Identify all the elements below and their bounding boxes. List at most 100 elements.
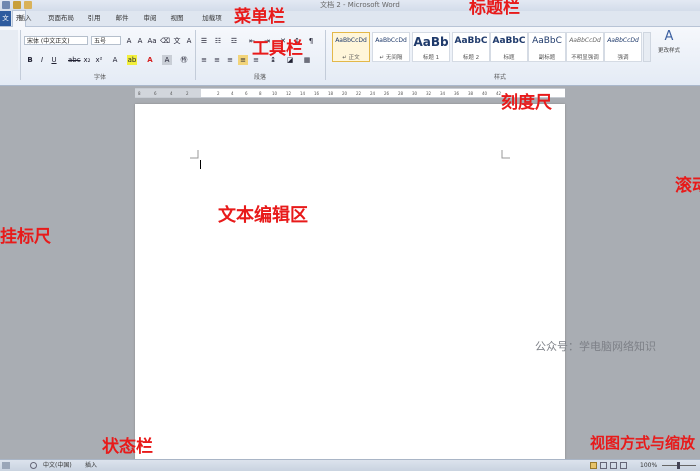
grow-font-icon[interactable]: A	[124, 36, 134, 46]
tab-references[interactable]: 引用	[85, 11, 103, 26]
font-name-select[interactable]: 宋体 (中文正文)	[24, 36, 88, 45]
style-name: 标题 2	[462, 55, 480, 61]
style-normal[interactable]: AaBbCcDd ↵ 正文	[332, 32, 370, 62]
title-bar: 文档 2 - Microsoft Word	[0, 0, 700, 11]
ruler-tick: 34	[440, 91, 446, 96]
status-bar: 中文(中国) 插入 100%	[0, 459, 700, 471]
zoom-slider-thumb[interactable]	[677, 462, 680, 469]
ruler-tick: 10	[272, 91, 278, 96]
justify-icon[interactable]: ≡	[238, 55, 248, 65]
style-sample: AaBbCcDd	[569, 37, 601, 44]
style-title[interactable]: AaBbC 标题	[490, 32, 528, 62]
aa-case-icon[interactable]: Aa	[147, 36, 157, 46]
tab-page-layout[interactable]: 页面布局	[42, 11, 80, 26]
style-name: 标题 1	[422, 55, 440, 61]
style-heading-2[interactable]: AaBbC 标题 2	[452, 32, 490, 62]
save-icon[interactable]	[13, 1, 21, 9]
web-layout-view-icon[interactable]	[610, 462, 617, 469]
style-subtle-emphasis[interactable]: AaBbCcDd 不明显强调	[566, 32, 604, 62]
tab-addins[interactable]: 加载项	[200, 11, 224, 26]
strikethrough-icon[interactable]: abc	[68, 55, 81, 65]
group-label-styles: 样式	[493, 74, 506, 81]
numbering-icon[interactable]: ☷	[213, 36, 223, 46]
text-effect-icon[interactable]: A	[110, 55, 120, 65]
reading-view-icon[interactable]	[600, 462, 607, 469]
ruler-tick: 12	[286, 91, 292, 96]
word-app-icon[interactable]	[2, 1, 10, 9]
ruler-tick: 16	[314, 91, 320, 96]
multilevel-list-icon[interactable]: ☲	[229, 36, 239, 46]
font-size-select[interactable]: 五号	[91, 36, 121, 45]
style-sample: AaBb	[413, 35, 449, 49]
bullets-icon[interactable]: ☰	[199, 36, 209, 46]
style-name: 不明显强调	[571, 55, 599, 61]
ruler-tick: 6	[245, 91, 248, 96]
ruler-tick: 28	[398, 91, 404, 96]
style-heading-1[interactable]: AaBb 标题 1	[412, 32, 450, 62]
annotation-vertical-ruler: 挂标尺	[0, 227, 51, 247]
change-styles-button[interactable]: A 更改样式	[656, 30, 682, 60]
highlight-icon[interactable]: ab	[127, 55, 137, 65]
style-subtitle[interactable]: AaBbC 副标题	[528, 32, 566, 62]
underline-icon[interactable]: U	[49, 55, 59, 65]
tab-file[interactable]: 文件	[0, 11, 11, 37]
status-language[interactable]: 中文(中国)	[43, 460, 72, 471]
ruler-tick: 40	[482, 91, 488, 96]
subscript-icon[interactable]: x₂	[82, 55, 92, 65]
align-left-icon[interactable]: ≡	[199, 55, 209, 65]
style-name: ↵ 无间隔	[379, 55, 403, 61]
margin-corner-top-right	[501, 150, 510, 159]
styles-scroll[interactable]	[643, 32, 651, 62]
tab-mailings[interactable]: 邮件	[113, 11, 131, 26]
change-styles-icon: A	[664, 29, 674, 44]
group-separator	[20, 30, 21, 80]
font-color-icon[interactable]: A	[145, 55, 155, 65]
tab-view[interactable]: 视图	[168, 11, 186, 26]
ruler-left-margin	[135, 89, 201, 97]
char-shading-icon[interactable]: A	[162, 55, 172, 65]
align-right-icon[interactable]: ≡	[225, 55, 235, 65]
clear-format-icon[interactable]: ⌫	[160, 36, 170, 46]
style-sample: AaBbCcDd	[375, 37, 407, 44]
group-separator	[325, 30, 326, 80]
spelling-icon[interactable]	[30, 462, 37, 469]
enclose-char-icon[interactable]: ㊕	[179, 55, 189, 65]
ruler-tick: 14	[300, 91, 306, 96]
shrink-font-icon[interactable]: A	[135, 36, 145, 46]
style-sample: AaBbCcDd	[335, 37, 367, 44]
style-no-spacing[interactable]: AaBbCcDd ↵ 无间隔	[372, 32, 410, 62]
ruler-tick: 6	[154, 91, 157, 96]
annotation-toolbar: 工具栏	[252, 39, 303, 59]
ruler-tick: 18	[328, 91, 334, 96]
ruler-tick: 2	[186, 91, 189, 96]
group-label-font: 字体	[93, 74, 106, 81]
tab-review[interactable]: 审阅	[141, 11, 159, 26]
italic-icon[interactable]: I	[37, 55, 47, 65]
zoom-level[interactable]: 100%	[640, 460, 657, 471]
watermark: 公众号：学电脑网络知识	[535, 340, 656, 353]
ruler-tick: 4	[231, 91, 234, 96]
ruler-tick: 24	[370, 91, 376, 96]
superscript-icon[interactable]: x²	[94, 55, 104, 65]
annotation-view-zoom: 视图方式与缩放	[590, 434, 696, 452]
ruler-tick: 38	[468, 91, 474, 96]
align-center-icon[interactable]: ≡	[212, 55, 222, 65]
phonetic-icon[interactable]: 文	[172, 36, 182, 46]
outline-view-icon[interactable]	[620, 462, 627, 469]
style-emphasis[interactable]: AaBbCcDd 强调	[604, 32, 642, 62]
paste-button[interactable]	[0, 30, 18, 70]
tab-insert[interactable]: 插入	[17, 11, 33, 26]
undo-icon[interactable]	[24, 1, 32, 9]
page-info-icon[interactable]	[2, 462, 10, 469]
print-layout-view-icon[interactable]	[590, 462, 597, 469]
borders-icon[interactable]: ▦	[302, 55, 312, 65]
show-marks-icon[interactable]: ¶	[306, 36, 316, 46]
annotation-menubar: 菜单栏	[234, 7, 285, 27]
ruler-tick: 26	[384, 91, 390, 96]
bold-icon[interactable]: B	[25, 55, 35, 65]
ruler-tick: 32	[426, 91, 432, 96]
status-insert-mode[interactable]: 插入	[85, 460, 97, 471]
char-border-icon[interactable]: A	[184, 36, 194, 46]
window-title: 文档 2 - Microsoft Word	[320, 1, 400, 9]
style-name: 副标题	[538, 55, 556, 61]
